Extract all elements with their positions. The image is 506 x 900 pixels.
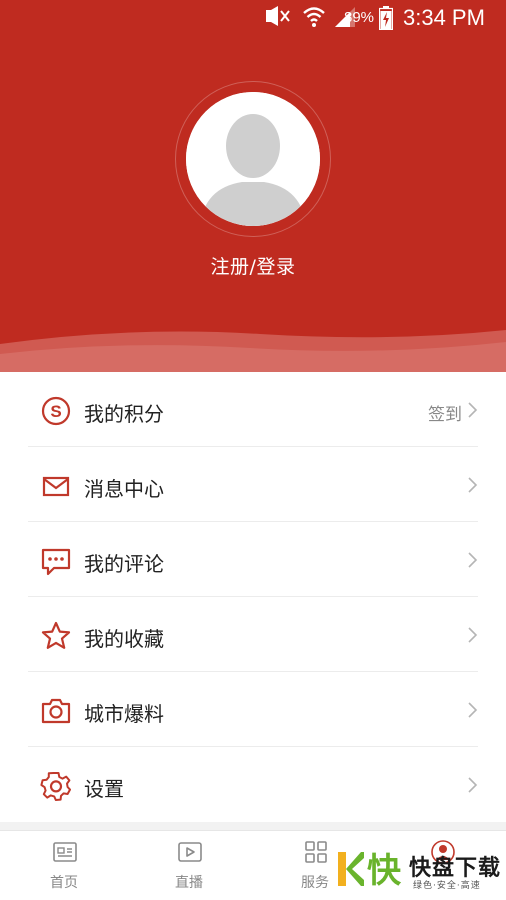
login-register-link[interactable]: 注册/登录 (0, 252, 506, 279)
chevron-right-icon (468, 477, 478, 493)
menu-item-label: 我的评论 (84, 552, 164, 576)
header-wave (0, 330, 506, 372)
chevron-right-icon (468, 702, 478, 718)
menu-item-label: 我的积分 (84, 402, 164, 426)
battery-percent: 89% (344, 9, 375, 26)
gear-icon (40, 772, 71, 801)
star-icon (41, 621, 71, 649)
battery-charging-icon (379, 6, 393, 30)
menu-item-label: 我的收藏 (84, 627, 164, 651)
svg-text:快: 快 (367, 851, 402, 888)
checkin-label[interactable]: 签到 (428, 400, 462, 425)
camera-icon (41, 698, 71, 724)
chevron-right-icon (468, 552, 478, 568)
fast-logo-icon: 快 (367, 851, 402, 888)
wifi-icon (303, 7, 325, 27)
watermark-subtitle: 绿色·安全·高速 (413, 881, 481, 891)
chevron-right-icon (468, 402, 478, 418)
mail-icon (42, 476, 70, 497)
tab-home[interactable]: 首页 (14, 831, 114, 900)
grid-icon (305, 841, 327, 863)
menu-item-label: 设置 (84, 777, 124, 801)
comment-icon (41, 548, 71, 576)
status-bar: 89% 3:34 PM (0, 0, 506, 38)
svg-text:S: S (50, 402, 61, 421)
k-logo-icon (338, 852, 364, 886)
chevron-right-icon (468, 627, 478, 643)
menu-item-label: 消息中心 (84, 477, 164, 501)
avatar[interactable] (186, 92, 320, 226)
chevron-right-icon (468, 777, 478, 793)
points-icon: S (41, 396, 71, 426)
menu-item-city-report[interactable]: 城市爆料 (0, 672, 506, 747)
tab-label: 首页 (50, 875, 78, 891)
play-icon (178, 842, 202, 862)
menu-item-favorites[interactable]: 我的收藏 (0, 597, 506, 672)
menu-item-label: 城市爆料 (84, 702, 164, 726)
menu-item-points[interactable]: S 我的积分 签到 (0, 372, 506, 447)
tab-live[interactable]: 直播 (139, 831, 239, 900)
clock: 3:34 PM (403, 5, 485, 30)
section-divider (0, 822, 506, 830)
mute-icon (266, 6, 290, 26)
menu-item-settings[interactable]: 设置 (0, 747, 506, 822)
menu-item-messages[interactable]: 消息中心 (0, 447, 506, 522)
news-icon (53, 842, 77, 862)
download-site-watermark: 快 快盘下载 绿色·安全·高速 (335, 844, 503, 894)
default-avatar-icon (186, 92, 320, 226)
tab-label: 直播 (175, 875, 203, 891)
profile-header: 89% 3:34 PM 注册/登录 (0, 0, 506, 372)
menu-list: S 我的积分 签到 消息中心 我的评论 我的收藏 城市爆料 设置 (0, 372, 506, 822)
menu-item-comments[interactable]: 我的评论 (0, 522, 506, 597)
